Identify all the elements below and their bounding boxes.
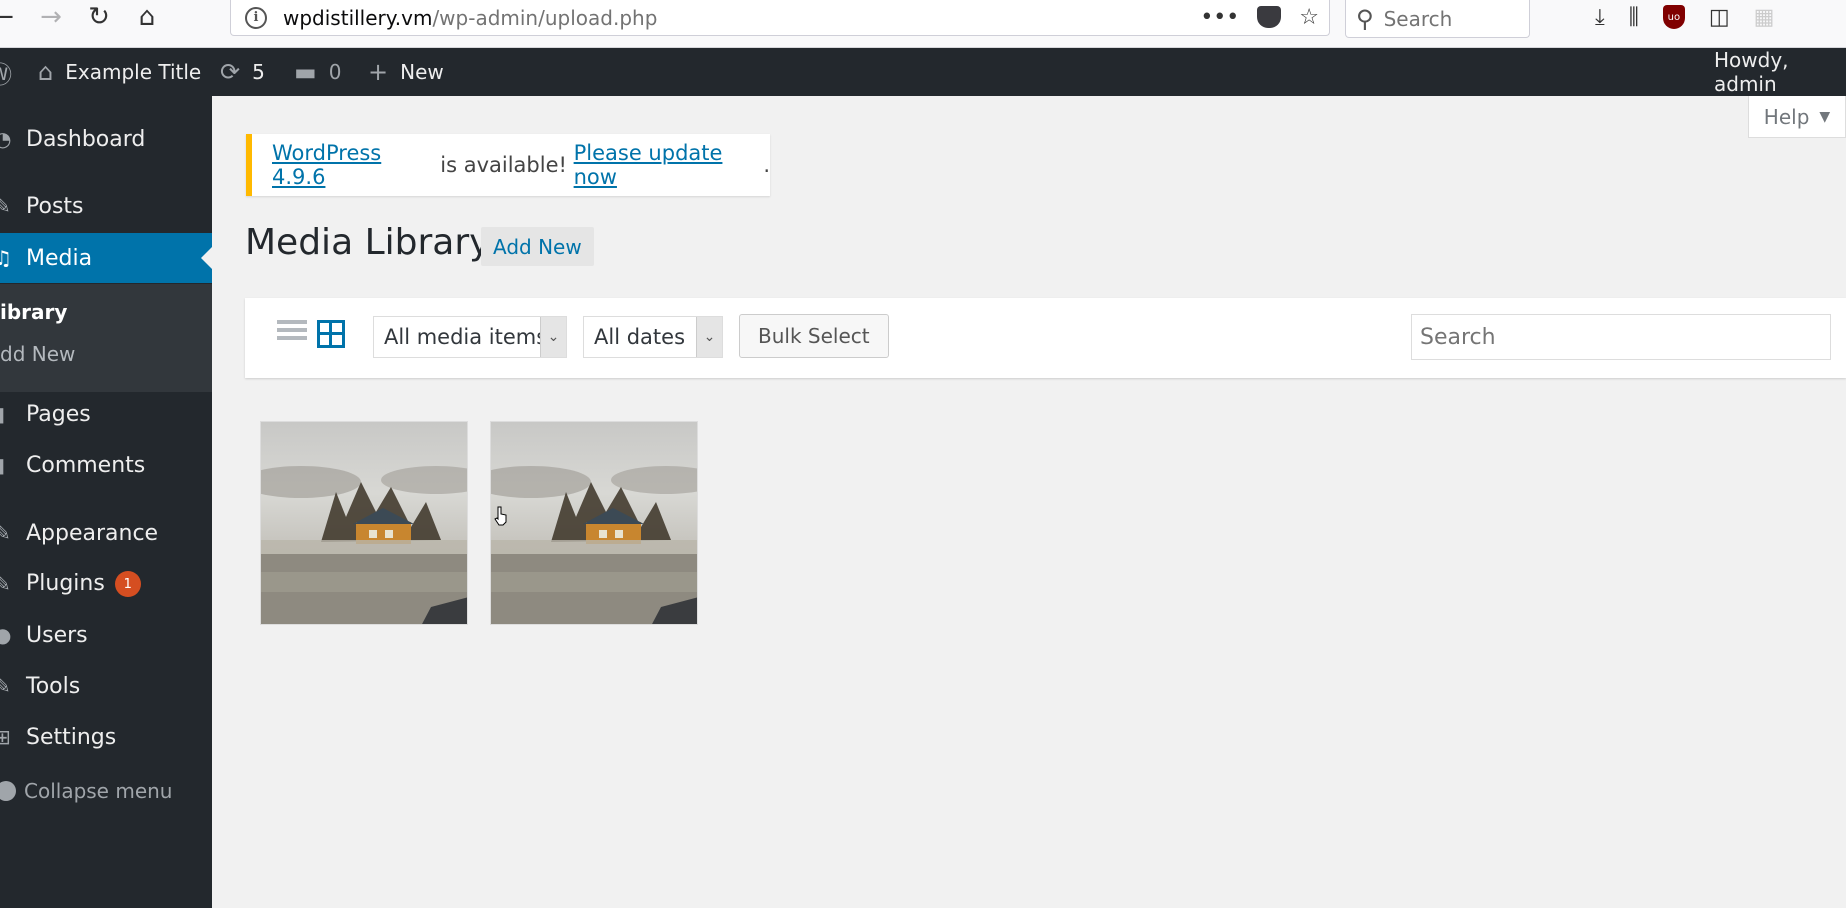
list-view-icon[interactable] [277, 320, 307, 348]
url-path: /wp-admin/upload.php [432, 5, 658, 30]
plugins-label: Plugins [26, 571, 105, 596]
wp-logo-icon[interactable]: Ⓦ [0, 48, 12, 96]
comments-count: 0 [328, 60, 342, 84]
date-filter[interactable]: All dates ⌄ [583, 316, 723, 358]
site-info-icon[interactable]: i [245, 6, 267, 29]
menu-appearance[interactable]: ✎ Appearance [0, 508, 212, 558]
chevron-down-icon: ▼ [1819, 108, 1831, 125]
menu-dashboard[interactable]: ◔ Dashboard [0, 114, 212, 164]
site-name-link[interactable]: ⌂ Example Title [38, 48, 201, 96]
media-thumbnail-image [261, 422, 467, 624]
grid-view-icon[interactable] [317, 320, 345, 348]
library-icon[interactable]: ⫼ [1629, 5, 1639, 30]
page-actions-icon[interactable]: ••• [1200, 5, 1239, 30]
media-search-input[interactable] [1411, 314, 1831, 360]
comments-link[interactable]: ▬ 0 [294, 48, 341, 96]
admin-bar: Ⓦ ⌂ Example Title ⟳ 5 ▬ 0 + New Howdy, a… [0, 48, 1846, 96]
forward-icon[interactable]: → [34, 0, 68, 34]
chevron-down-icon: ⌄ [540, 317, 566, 357]
media-thumbnail-image [491, 422, 697, 624]
ublock-icon[interactable]: uo [1662, 5, 1685, 29]
collapse-menu-button[interactable]: Collapse menu [0, 776, 173, 806]
search-icon: ⚲ [1356, 4, 1374, 33]
dashboard-icon: ◔ [0, 127, 12, 151]
menu-pages[interactable]: ▮ Pages [0, 389, 212, 439]
pages-icon: ▮ [0, 402, 5, 426]
reload-icon[interactable]: ↻ [82, 0, 116, 34]
account-menu[interactable]: Howdy, admin [1714, 48, 1846, 96]
url-text[interactable]: wpdistillery.vm/wp-admin/upload.php [283, 6, 657, 30]
bookmark-star-icon[interactable]: ☆ [1299, 5, 1319, 30]
back-icon[interactable]: ← [0, 0, 20, 34]
new-content-link[interactable]: + New [368, 48, 444, 96]
users-icon: ● [0, 623, 12, 647]
tools-icon: ✎ [0, 674, 11, 698]
media-type-value: All media items [384, 325, 548, 349]
current-menu-arrow [201, 247, 212, 269]
extension-icon[interactable]: ▦ [1754, 5, 1775, 30]
media-thumbnail[interactable] [490, 421, 698, 625]
pocket-icon[interactable] [1257, 6, 1282, 28]
update-now-link[interactable]: Please update now [574, 141, 764, 189]
update-notice: WordPress 4.9.6 is available! Please upd… [246, 134, 770, 196]
collapse-label: Collapse menu [24, 779, 173, 803]
settings-icon: ⊞ [0, 725, 11, 749]
appearance-icon: ✎ [0, 521, 11, 545]
notice-end: . [763, 153, 770, 177]
home-icon[interactable]: ⌂ [130, 0, 164, 34]
menu-settings[interactable]: ⊞ Settings [0, 712, 212, 762]
date-filter-value: All dates [594, 325, 686, 349]
help-label: Help [1763, 104, 1810, 129]
address-bar[interactable]: i wpdistillery.vm/wp-admin/upload.php ••… [230, 0, 1330, 36]
menu-plugins[interactable]: ✎ Plugins 1 [0, 559, 212, 609]
menu-tools[interactable]: ✎ Tools [0, 661, 212, 711]
posts-icon: ✎ [0, 194, 11, 218]
sidebar-toggle-icon[interactable]: ◫ [1709, 5, 1730, 30]
menu-users[interactable]: ● Users [0, 610, 212, 660]
media-icon: ♫ [0, 246, 12, 270]
new-label: New [400, 60, 444, 84]
updates-icon: ⟳ [220, 58, 241, 86]
plugins-icon: ✎ [0, 572, 11, 596]
add-new-button[interactable]: Add New [481, 227, 594, 266]
collapse-icon [0, 781, 16, 801]
comments-icon: ▮ [0, 453, 5, 477]
hand-cursor-icon [494, 506, 507, 526]
media-thumbnail[interactable] [260, 421, 468, 625]
chevron-down-icon: ⌄ [696, 317, 722, 357]
media-type-filter[interactable]: All media items ⌄ [373, 316, 567, 358]
bulk-select-button[interactable]: Bulk Select [739, 314, 889, 358]
url-domain: wpdistillery.vm [283, 5, 433, 30]
plus-icon: + [368, 58, 389, 86]
updates-count: 5 [252, 60, 265, 84]
comment-icon: ▬ [294, 58, 317, 86]
updates-link[interactable]: ⟳ 5 [220, 48, 265, 96]
notice-text: is available! [433, 153, 574, 177]
menu-media[interactable]: ♫ Media [0, 233, 212, 283]
howdy-text: Howdy, admin [1714, 48, 1789, 96]
browser-toolbar: ← → ↻ ⌂ i wpdistillery.vm/wp-admin/uploa… [0, 0, 1846, 48]
plugins-update-badge: 1 [114, 571, 141, 597]
download-icon[interactable]: ⤓ [1595, 5, 1605, 30]
media-submenu: ibrary dd New [0, 284, 212, 392]
wordpress-version-link[interactable]: WordPress 4.9.6 [272, 141, 434, 189]
submenu-add-new[interactable]: dd New [0, 342, 75, 366]
help-tab-button[interactable]: Help ▼ [1748, 96, 1846, 138]
home-icon: ⌂ [38, 58, 54, 86]
site-title: Example Title [65, 60, 202, 84]
menu-posts[interactable]: ✎ Posts [0, 181, 212, 231]
menu-comments[interactable]: ▮ Comments [0, 440, 212, 490]
browser-search-field[interactable]: ⚲ Search [1345, 0, 1530, 38]
browser-search-placeholder: Search [1383, 6, 1453, 31]
page-title: Media Library [245, 222, 491, 263]
submenu-library[interactable]: ibrary [0, 300, 67, 324]
admin-sidebar: ◔ Dashboard ✎ Posts ♫ Media ibrary dd Ne… [0, 96, 212, 908]
media-toolbar: All media items ⌄ All dates ⌄ Bulk Selec… [245, 298, 1846, 378]
